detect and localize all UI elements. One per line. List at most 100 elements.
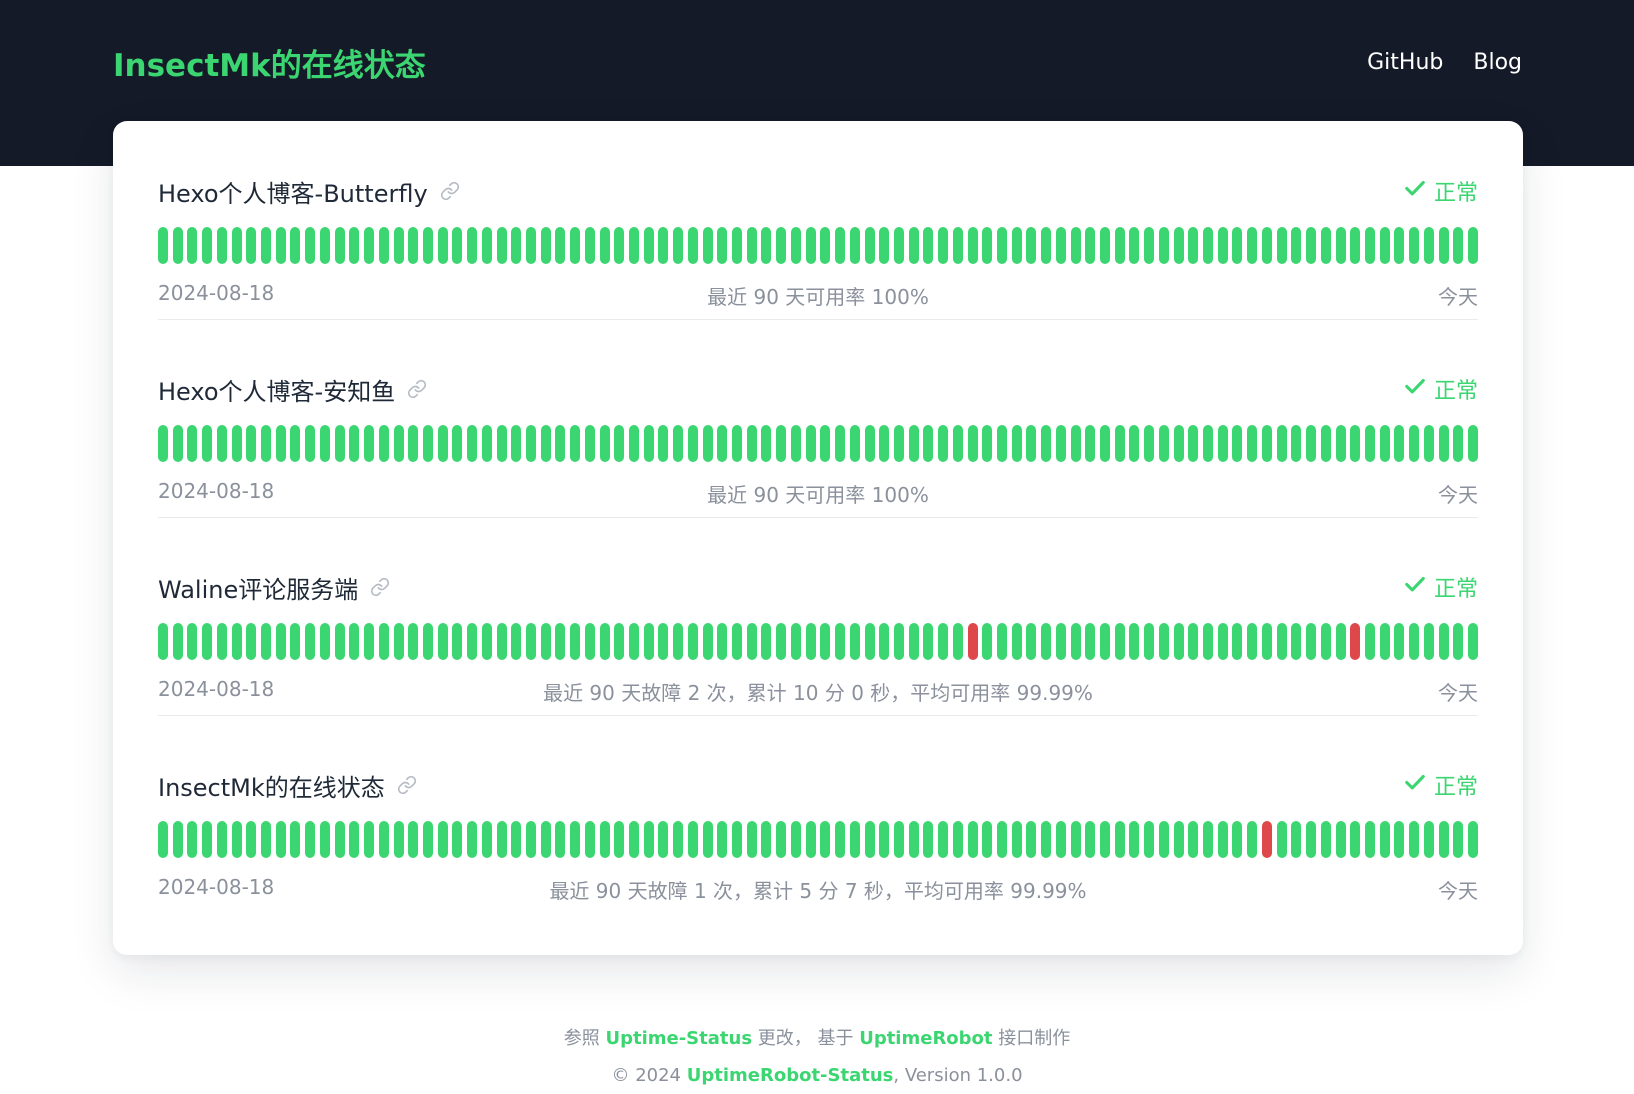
- uptime-bar-up[interactable]: [1247, 425, 1258, 462]
- uptime-bar-up[interactable]: [658, 227, 669, 264]
- uptime-bar-up[interactable]: [1247, 227, 1258, 264]
- uptime-bar-up[interactable]: [1158, 227, 1169, 264]
- uptime-bar-up[interactable]: [923, 821, 934, 858]
- uptime-bar-up[interactable]: [452, 623, 463, 660]
- uptime-bar-up[interactable]: [378, 425, 389, 462]
- uptime-bar-up[interactable]: [908, 425, 919, 462]
- uptime-bar-up[interactable]: [1055, 425, 1066, 462]
- uptime-bar-up[interactable]: [511, 821, 522, 858]
- uptime-bar-up[interactable]: [923, 425, 934, 462]
- uptime-bar-up[interactable]: [584, 425, 595, 462]
- uptime-bar-up[interactable]: [1114, 623, 1125, 660]
- uptime-bar-down[interactable]: [1261, 821, 1272, 858]
- uptime-bar-up[interactable]: [952, 425, 963, 462]
- uptime-bar-up[interactable]: [1173, 425, 1184, 462]
- uptime-bar-up[interactable]: [481, 623, 492, 660]
- uptime-bar-up[interactable]: [687, 821, 698, 858]
- uptime-bar-up[interactable]: [761, 227, 772, 264]
- uptime-bar-up[interactable]: [187, 227, 198, 264]
- uptime-bar-up[interactable]: [1055, 821, 1066, 858]
- uptime-bar-up[interactable]: [555, 623, 566, 660]
- uptime-bar-up[interactable]: [172, 227, 183, 264]
- uptime-bar-up[interactable]: [776, 821, 787, 858]
- uptime-bar-up[interactable]: [364, 623, 375, 660]
- uptime-bar-up[interactable]: [349, 227, 360, 264]
- uptime-status-link[interactable]: Uptime-Status: [605, 1028, 752, 1049]
- uptime-bar-up[interactable]: [187, 425, 198, 462]
- uptime-bar-up[interactable]: [1158, 425, 1169, 462]
- uptime-bar-up[interactable]: [746, 623, 757, 660]
- uptime-bar-up[interactable]: [511, 623, 522, 660]
- uptime-bar-up[interactable]: [246, 227, 257, 264]
- uptime-bar-up[interactable]: [378, 227, 389, 264]
- uptime-bar-up[interactable]: [996, 821, 1007, 858]
- uptime-bar-up[interactable]: [290, 425, 301, 462]
- site-title[interactable]: InsectMk的在线状态: [113, 40, 426, 85]
- uptime-bar-up[interactable]: [1335, 227, 1346, 264]
- uptime-bar-up[interactable]: [319, 623, 330, 660]
- uptime-bar-up[interactable]: [1423, 623, 1434, 660]
- uptime-bar-up[interactable]: [1100, 425, 1110, 462]
- uptime-bar-up[interactable]: [761, 623, 772, 660]
- uptime-bar-up[interactable]: [246, 623, 257, 660]
- uptime-bar-up[interactable]: [1320, 623, 1331, 660]
- uptime-bar-up[interactable]: [879, 425, 890, 462]
- uptime-bar-up[interactable]: [511, 425, 522, 462]
- uptime-bar-up[interactable]: [614, 821, 625, 858]
- uptime-bar-up[interactable]: [570, 821, 581, 858]
- uptime-bar-up[interactable]: [805, 821, 816, 858]
- uptime-bar-up[interactable]: [790, 425, 801, 462]
- uptime-bar-up[interactable]: [1247, 821, 1258, 858]
- uptime-bar-up[interactable]: [1026, 227, 1037, 264]
- uptime-bar-up[interactable]: [496, 425, 507, 462]
- uptime-bar-up[interactable]: [231, 227, 242, 264]
- uptime-bar-up[interactable]: [319, 227, 330, 264]
- uptime-bar-up[interactable]: [349, 425, 360, 462]
- uptime-bar-up[interactable]: [467, 227, 478, 264]
- uptime-bar-up[interactable]: [1173, 623, 1184, 660]
- uptime-bar-up[interactable]: [1379, 623, 1390, 660]
- uptime-bar-up[interactable]: [1306, 821, 1317, 858]
- uptime-bar-up[interactable]: [820, 623, 831, 660]
- uptime-bar-up[interactable]: [1438, 425, 1449, 462]
- uptime-bar-up[interactable]: [629, 227, 639, 264]
- uptime-bar-up[interactable]: [1247, 623, 1258, 660]
- uptime-bar-up[interactable]: [1144, 821, 1155, 858]
- uptime-bar-up[interactable]: [1203, 227, 1214, 264]
- uptime-bar-up[interactable]: [319, 425, 330, 462]
- uptime-bar-up[interactable]: [364, 227, 375, 264]
- uptime-bar-up[interactable]: [673, 821, 684, 858]
- uptime-bar-up[interactable]: [1114, 227, 1125, 264]
- uptime-bar-up[interactable]: [364, 821, 375, 858]
- uptime-bar-up[interactable]: [717, 425, 728, 462]
- uptime-bar-up[interactable]: [1364, 623, 1375, 660]
- uptime-bar-up[interactable]: [1070, 227, 1081, 264]
- uptime-bar-up[interactable]: [1335, 821, 1346, 858]
- uptime-bar-up[interactable]: [982, 227, 993, 264]
- uptime-bar-up[interactable]: [1144, 425, 1155, 462]
- uptime-bar-up[interactable]: [1217, 227, 1228, 264]
- uptime-bar-up[interactable]: [1070, 425, 1081, 462]
- link-icon[interactable]: [440, 181, 460, 201]
- uptime-bar-up[interactable]: [938, 623, 949, 660]
- uptime-bar-up[interactable]: [1467, 425, 1478, 462]
- uptime-bar-up[interactable]: [849, 821, 860, 858]
- uptime-bar-up[interactable]: [1011, 227, 1022, 264]
- uptime-bar-up[interactable]: [216, 821, 227, 858]
- uptime-bar-up[interactable]: [1232, 425, 1243, 462]
- uptime-bar-up[interactable]: [835, 227, 846, 264]
- uptime-bar-up[interactable]: [1453, 821, 1464, 858]
- uptime-bar-up[interactable]: [1041, 821, 1052, 858]
- uptime-bar-up[interactable]: [467, 821, 478, 858]
- uptime-bar-up[interactable]: [496, 623, 507, 660]
- uptime-bar-up[interactable]: [172, 623, 183, 660]
- uptime-bar-up[interactable]: [996, 425, 1007, 462]
- uptime-bar-up[interactable]: [599, 227, 610, 264]
- uptime-bar-up[interactable]: [835, 425, 846, 462]
- uptime-bar-up[interactable]: [202, 623, 213, 660]
- uptime-bar-up[interactable]: [952, 821, 963, 858]
- uptime-bar-up[interactable]: [1423, 227, 1434, 264]
- uptime-bar-up[interactable]: [511, 227, 522, 264]
- uptime-bar-up[interactable]: [893, 623, 904, 660]
- uptime-bar-up[interactable]: [1394, 425, 1405, 462]
